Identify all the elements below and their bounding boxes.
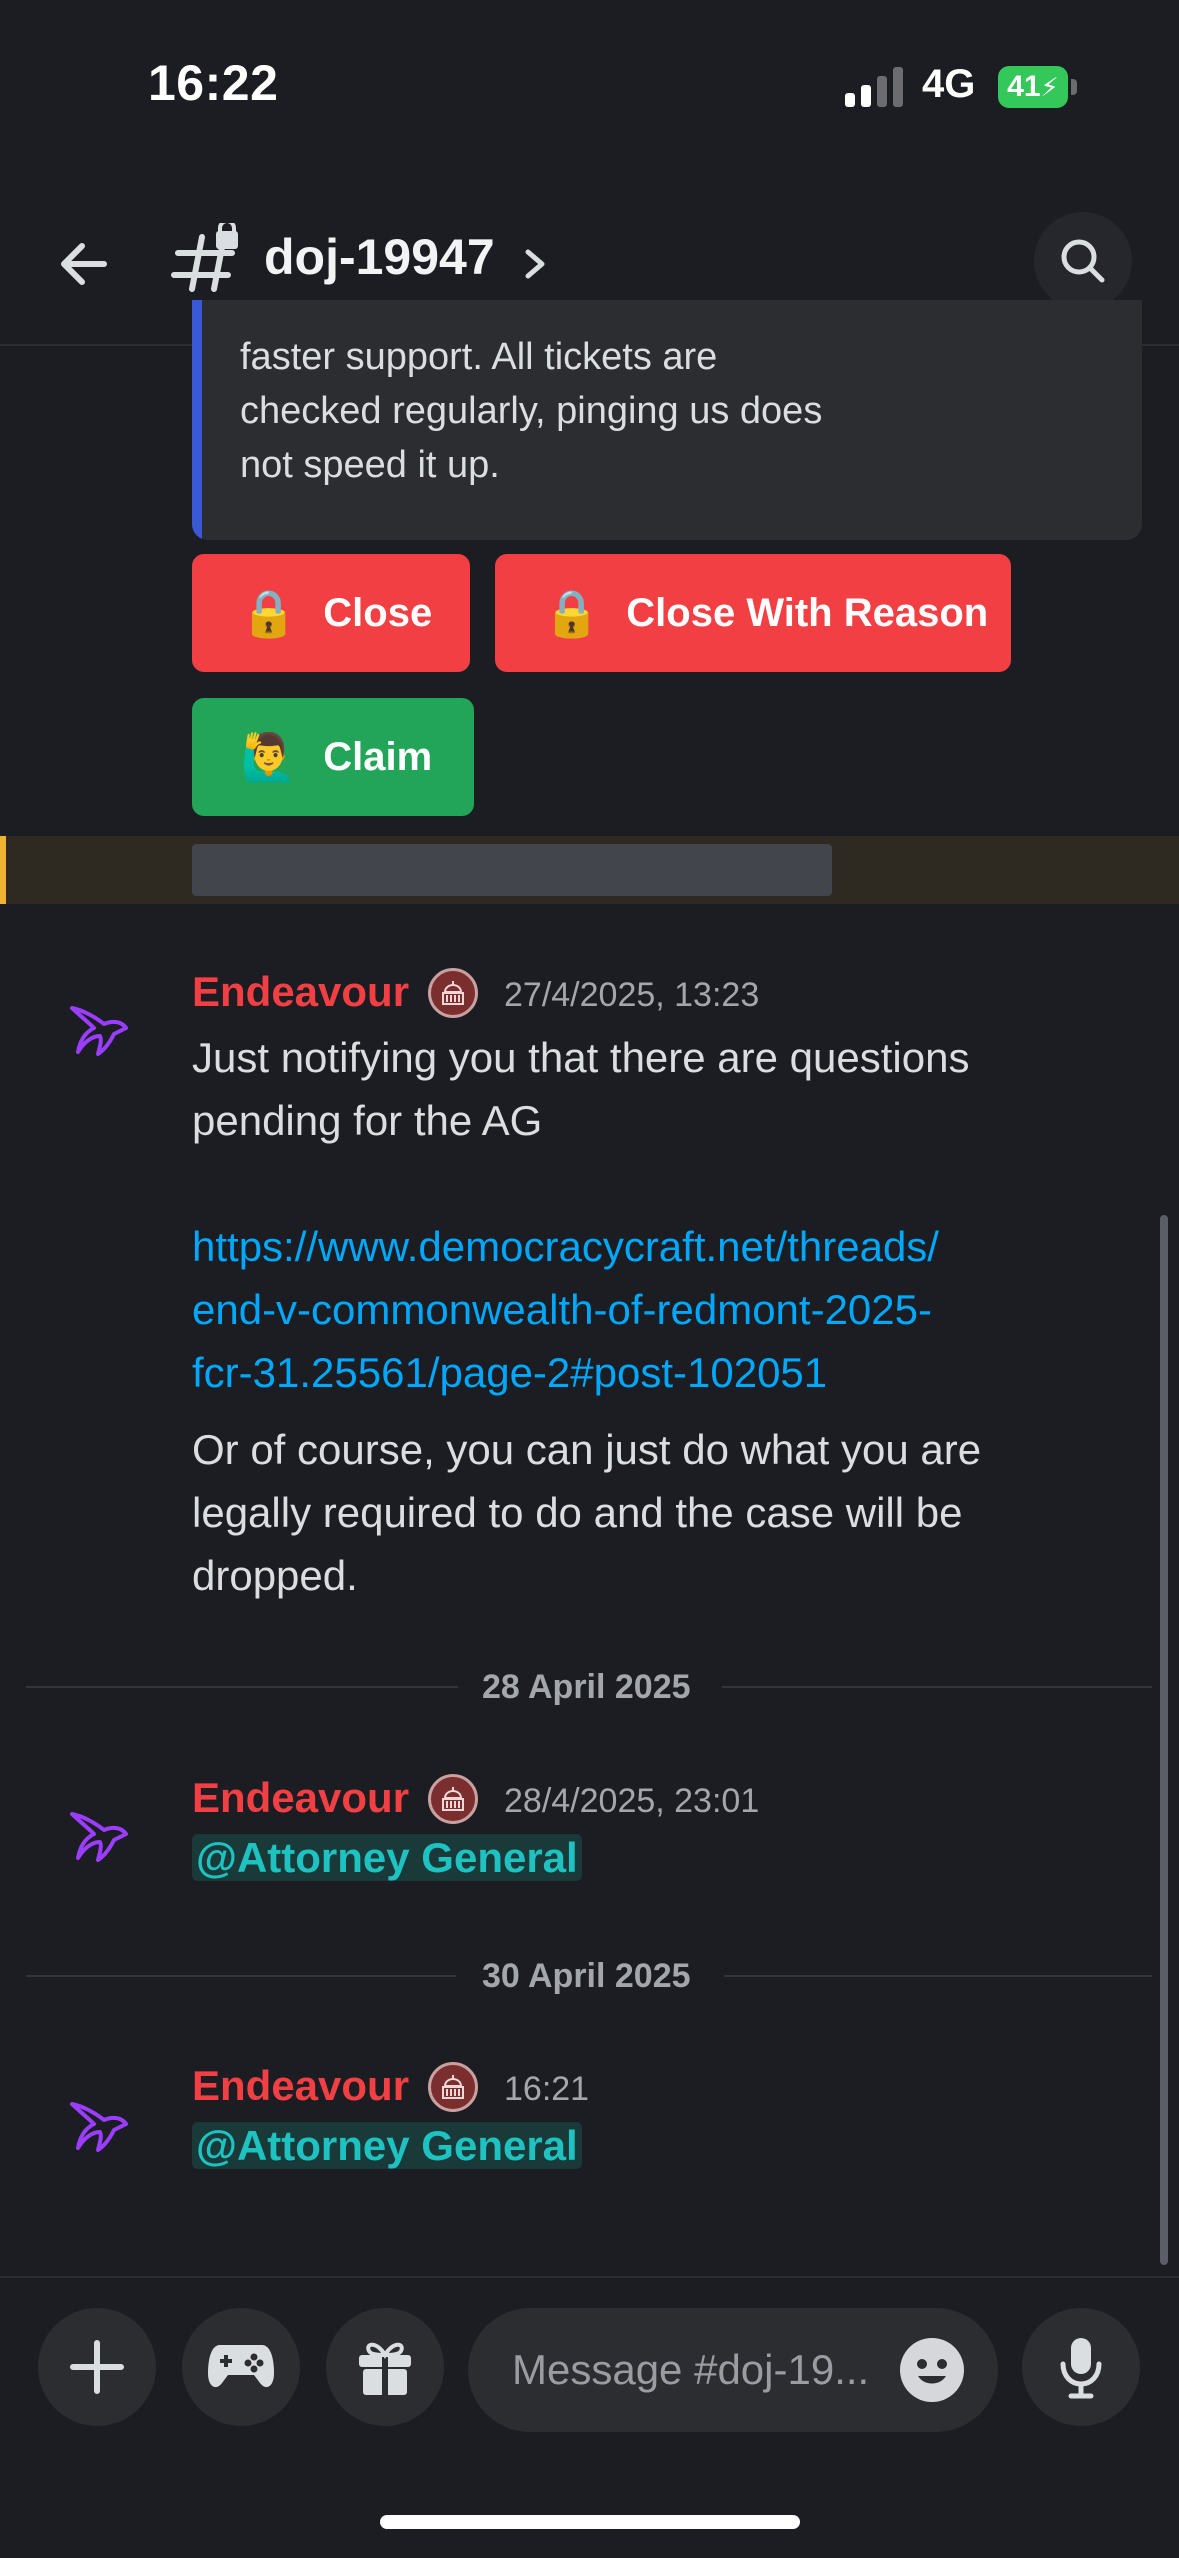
plus-icon: [70, 2340, 124, 2394]
battery-icon: 41 ⚡: [998, 66, 1078, 108]
activities-button[interactable]: [182, 2308, 300, 2426]
battery-level: 41: [1007, 70, 1041, 103]
close-with-reason-button[interactable]: 🔒 Close With Reason: [495, 554, 1011, 672]
lock-icon: 🔒: [240, 586, 298, 639]
signal-icon: [845, 67, 903, 107]
status-time: 16:22: [148, 55, 279, 111]
message-text: Just notifying you that there are questi…: [192, 1034, 970, 1144]
gamepad-icon: [208, 2345, 274, 2388]
message-link[interactable]: https://www.democracycraft.net/threads/ …: [192, 1215, 939, 1404]
embed-description: faster support. All tickets are checked …: [240, 336, 823, 486]
message-text: @Attorney General: [192, 1834, 582, 1882]
locked-hash-icon: [171, 223, 238, 292]
date-divider-line: [26, 1686, 458, 1688]
gift-button[interactable]: [326, 2308, 444, 2426]
search-icon: [1061, 239, 1105, 283]
date-divider-line: [722, 1686, 1152, 1688]
message-text: @Attorney General: [192, 2122, 582, 2170]
redacted-block: [192, 844, 832, 896]
author-name[interactable]: Endeavour: [192, 1774, 409, 1822]
chevron-right-icon[interactable]: [520, 244, 550, 284]
message-placeholder: Message #doj-19...: [512, 2346, 870, 2393]
message-input[interactable]: Message #doj-19...: [468, 2308, 998, 2432]
add-attachment-button[interactable]: [38, 2308, 156, 2426]
search-button[interactable]: [1034, 212, 1132, 310]
microphone-icon: [1060, 2338, 1102, 2399]
avatar[interactable]: [64, 996, 134, 1066]
gift-icon: [359, 2342, 411, 2395]
capitol-badge-icon: [428, 1774, 478, 1824]
claim-button[interactable]: 🙋‍♂️ Claim: [192, 698, 474, 816]
raising-hand-icon: 🙋‍♂️: [240, 730, 298, 783]
role-mention[interactable]: @Attorney General: [192, 2122, 582, 2169]
lock-icon: 🔒: [543, 586, 601, 639]
home-indicator[interactable]: [380, 2515, 800, 2529]
emoji-icon[interactable]: [900, 2338, 964, 2402]
message-text: Or of course, you can just do what you a…: [192, 1426, 982, 1599]
date-divider-line: [26, 1975, 456, 1977]
date-divider: 28 April 2025: [482, 1668, 691, 1706]
date-divider-line: [724, 1975, 1152, 1977]
network-label: 4G: [922, 62, 976, 106]
message-timestamp: 28/4/2025, 23:01: [504, 1782, 760, 1820]
author-name[interactable]: Endeavour: [192, 2062, 409, 2110]
message-timestamp: 27/4/2025, 13:23: [504, 976, 760, 1014]
avatar[interactable]: [64, 2092, 134, 2162]
channel-title[interactable]: doj-19947: [264, 228, 495, 286]
close-button[interactable]: 🔒 Close: [192, 554, 470, 672]
voice-message-button[interactable]: [1022, 2308, 1140, 2426]
capitol-badge-icon: [428, 968, 478, 1018]
capitol-badge-icon: [428, 2062, 478, 2112]
message-timestamp: 16:21: [504, 2070, 590, 2108]
avatar[interactable]: [64, 1802, 134, 1872]
back-arrow-icon[interactable]: [52, 232, 116, 296]
author-name[interactable]: Endeavour: [192, 968, 409, 1016]
date-divider: 30 April 2025: [482, 1957, 691, 1995]
highlighted-message: [0, 836, 1179, 904]
scrollbar[interactable]: [1160, 1215, 1168, 2265]
role-mention[interactable]: @Attorney General: [192, 1834, 582, 1881]
